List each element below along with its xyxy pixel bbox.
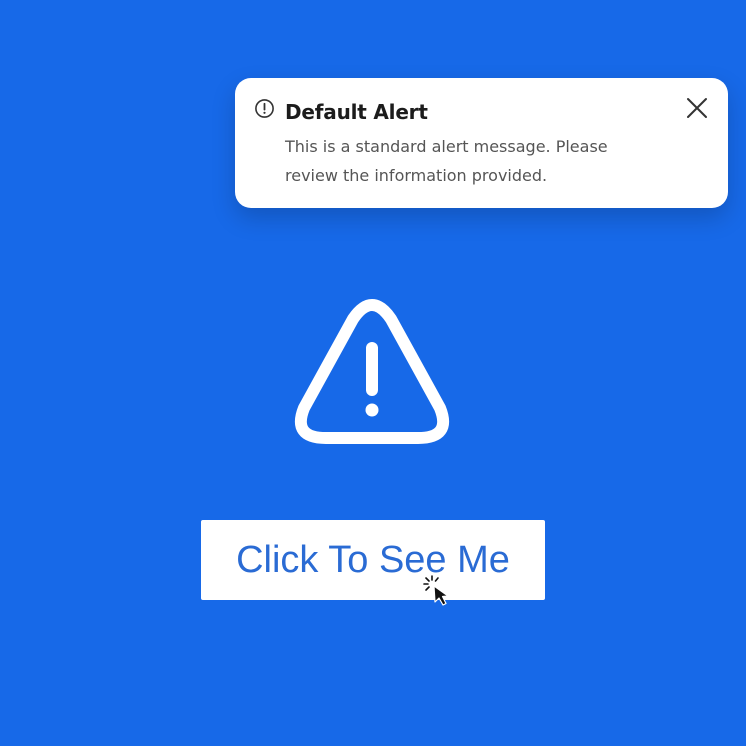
page-background: Default Alert This is a standard alert m…: [0, 0, 746, 746]
click-to-see-me-button[interactable]: Click To See Me: [201, 520, 545, 600]
alert-message: This is a standard alert message. Please…: [285, 137, 608, 185]
alert-circle-icon: [254, 98, 275, 119]
close-icon[interactable]: [685, 96, 709, 120]
warning-triangle-icon: [290, 296, 454, 448]
alert-title: Default Alert: [285, 100, 428, 124]
alert-toast: Default Alert This is a standard alert m…: [235, 78, 728, 208]
